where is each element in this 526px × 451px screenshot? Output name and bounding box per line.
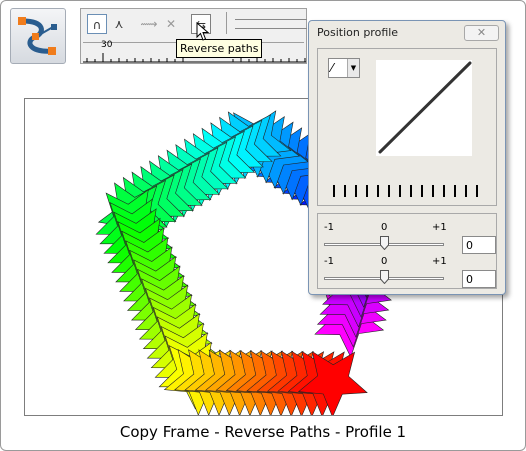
dialog-title: Position profile: [317, 26, 399, 39]
close-icon: ✕: [476, 26, 487, 39]
slider-mid-label: 0: [381, 256, 388, 267]
profile-curve-graph: [376, 60, 472, 156]
bezier-tool-button[interactable]: [10, 8, 66, 64]
cusp-join-icon: ⋏: [114, 17, 124, 31]
slider-row-1: -1 0 +1 0: [324, 222, 496, 254]
slider-1-value-field[interactable]: 0: [462, 236, 496, 254]
profile-step-ticks: [333, 185, 478, 197]
delete-point-button[interactable]: ✕: [161, 14, 181, 34]
profile-preview-panel: ⁄ ▼: [317, 48, 497, 206]
slider-row-2: -1 0 +1 0: [324, 256, 496, 288]
smooth-join-icon: ∩: [92, 18, 102, 32]
smooth-join-button[interactable]: ∩: [87, 14, 107, 34]
toolbar-field-area: [226, 12, 307, 34]
break-path-button[interactable]: ⟿: [139, 14, 159, 34]
slider-min-label: -1: [324, 222, 334, 233]
bezier-tool-icon: [18, 17, 57, 55]
slider-mid-label: 0: [381, 222, 388, 233]
slider-min-label: -1: [324, 256, 334, 267]
slider-2-value-field[interactable]: 0: [462, 270, 496, 288]
slider-thumb[interactable]: [380, 236, 389, 250]
mouse-cursor-icon: [196, 22, 210, 41]
close-button[interactable]: ✕: [464, 25, 499, 41]
slider-max-label: +1: [432, 256, 447, 267]
delete-point-icon: ✕: [165, 17, 177, 31]
linear-profile-icon: ⁄: [331, 61, 334, 75]
ruler-label: 30: [101, 40, 113, 50]
chevron-down-icon: ▼: [347, 59, 359, 77]
reverse-paths-tooltip: Reverse paths: [176, 39, 263, 58]
figure-caption: Copy Frame - Reverse Paths - Profile 1: [119, 423, 407, 441]
break-path-icon: ⟿: [140, 17, 158, 31]
cusp-join-button[interactable]: ⋏: [109, 14, 129, 34]
slider-thumb[interactable]: [380, 270, 389, 284]
position-profile-dialog: Position profile ✕ ⁄ ▼ -1 0 +1 0 -1 0 +1…: [308, 20, 506, 295]
profile-sliders-panel: -1 0 +1 0 -1 0 +1 0: [317, 213, 497, 289]
profile-dropdown[interactable]: ⁄ ▼: [328, 58, 360, 78]
slider-max-label: +1: [432, 222, 447, 233]
